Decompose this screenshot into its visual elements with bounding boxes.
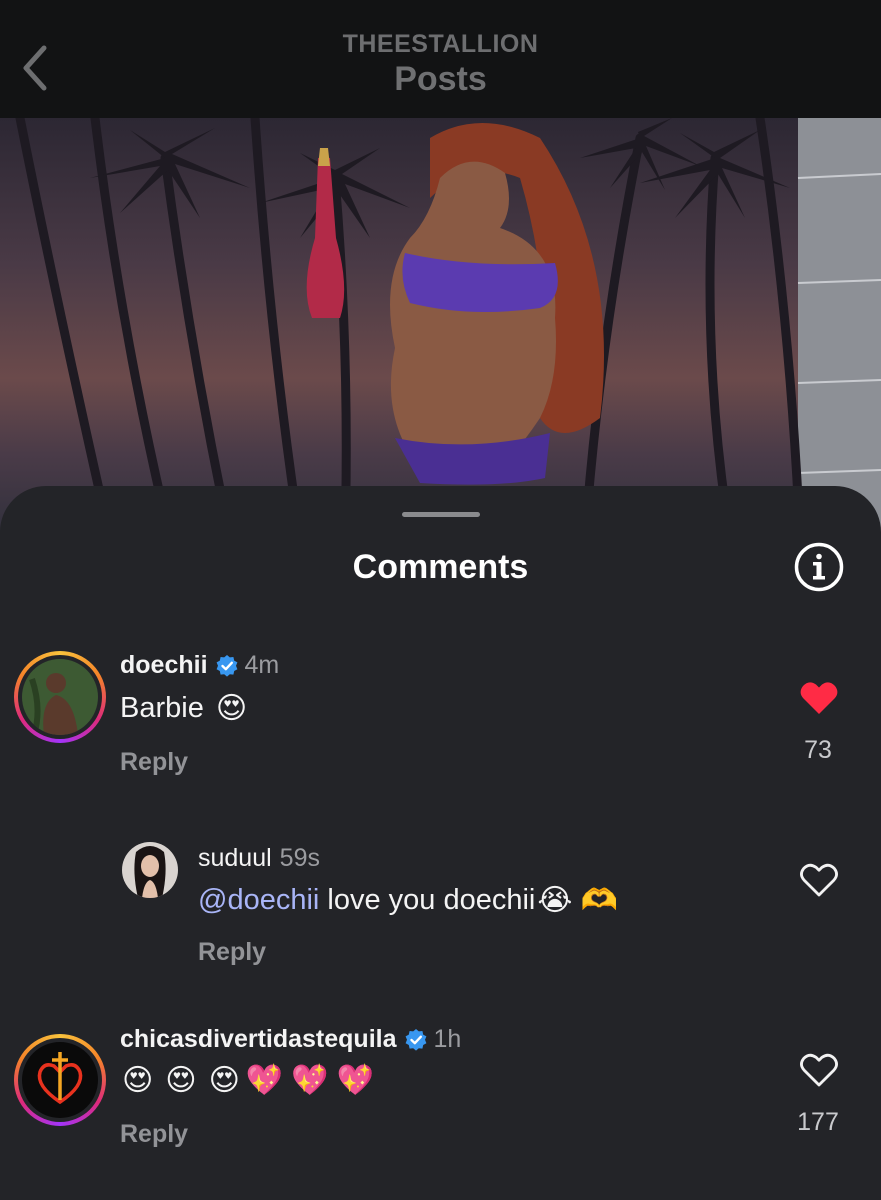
mention-link[interactable]: @doechii xyxy=(198,884,319,917)
reply-button[interactable]: Reply xyxy=(120,748,188,777)
like-count: 177 xyxy=(797,1108,839,1136)
comment-item: doechii 4m Barbie 😍 Reply 73 xyxy=(0,644,881,784)
comment-body: love you doechii xyxy=(319,884,536,916)
like-button[interactable] xyxy=(799,680,839,716)
comment-time: 4m xyxy=(244,651,280,679)
info-button[interactable] xyxy=(793,541,845,593)
comment-text: Barbie 😍 xyxy=(120,692,247,725)
comment-body: Barbie xyxy=(120,692,204,724)
verified-badge-icon xyxy=(216,654,237,677)
verified-badge-icon xyxy=(405,1028,426,1051)
like-count: 73 xyxy=(804,736,832,764)
sheet-grabber[interactable] xyxy=(402,512,480,517)
avatar[interactable] xyxy=(14,1034,106,1126)
top-nav-bar: THEESTALLION Posts xyxy=(0,0,881,118)
heart-hands-emoji: 🫶 xyxy=(580,882,618,918)
info-icon xyxy=(794,542,844,592)
sparkling-heart-emoji: 💖 xyxy=(245,1063,284,1098)
heart-eyes-emoji: 😍 xyxy=(208,1063,240,1098)
comment-text: 😍 😍 😍 💖 💖 💖 xyxy=(120,1066,374,1096)
page-title: Posts xyxy=(394,60,487,98)
comment-username[interactable]: doechii xyxy=(120,651,208,680)
sparkling-heart-emoji: 💖 xyxy=(336,1063,374,1098)
comment-time: 59s xyxy=(279,844,320,872)
comment-reply-item: suduul 59s @doechii love you doechii 😭 🫶… xyxy=(0,842,881,972)
heart-eyes-emoji: 😍 xyxy=(122,1063,154,1098)
sheet-title: Comments xyxy=(352,548,529,586)
heart-filled-icon xyxy=(800,682,838,714)
avatar[interactable] xyxy=(14,651,106,743)
heart-outline-icon xyxy=(800,863,838,897)
comment-username[interactable]: suduul xyxy=(198,844,272,873)
comments-sheet: Comments doechii 4m Barbie 😍 Reply 73 su… xyxy=(0,486,881,1200)
account-name: THEESTALLION xyxy=(342,30,539,58)
heart-eyes-emoji: 😍 xyxy=(215,690,248,726)
comment-username[interactable]: chicasdivertidastequila xyxy=(120,1025,397,1054)
crying-emoji: 😭 xyxy=(537,882,573,918)
reply-button[interactable]: Reply xyxy=(198,938,266,967)
sparkling-heart-emoji: 💖 xyxy=(291,1063,329,1098)
comment-time: 1h xyxy=(433,1025,462,1053)
reply-button[interactable]: Reply xyxy=(120,1120,188,1149)
avatar[interactable] xyxy=(122,842,178,898)
post-image xyxy=(0,118,881,538)
like-button[interactable] xyxy=(799,1052,839,1088)
comment-item: chicasdivertidastequila 1h 😍 😍 😍 💖 💖 💖 R… xyxy=(0,1025,881,1174)
heart-outline-icon xyxy=(800,1053,838,1087)
like-button[interactable] xyxy=(799,862,839,898)
comment-text: @doechii love you doechii 😭 🫶 xyxy=(198,884,618,917)
heart-eyes-emoji: 😍 xyxy=(165,1063,197,1098)
